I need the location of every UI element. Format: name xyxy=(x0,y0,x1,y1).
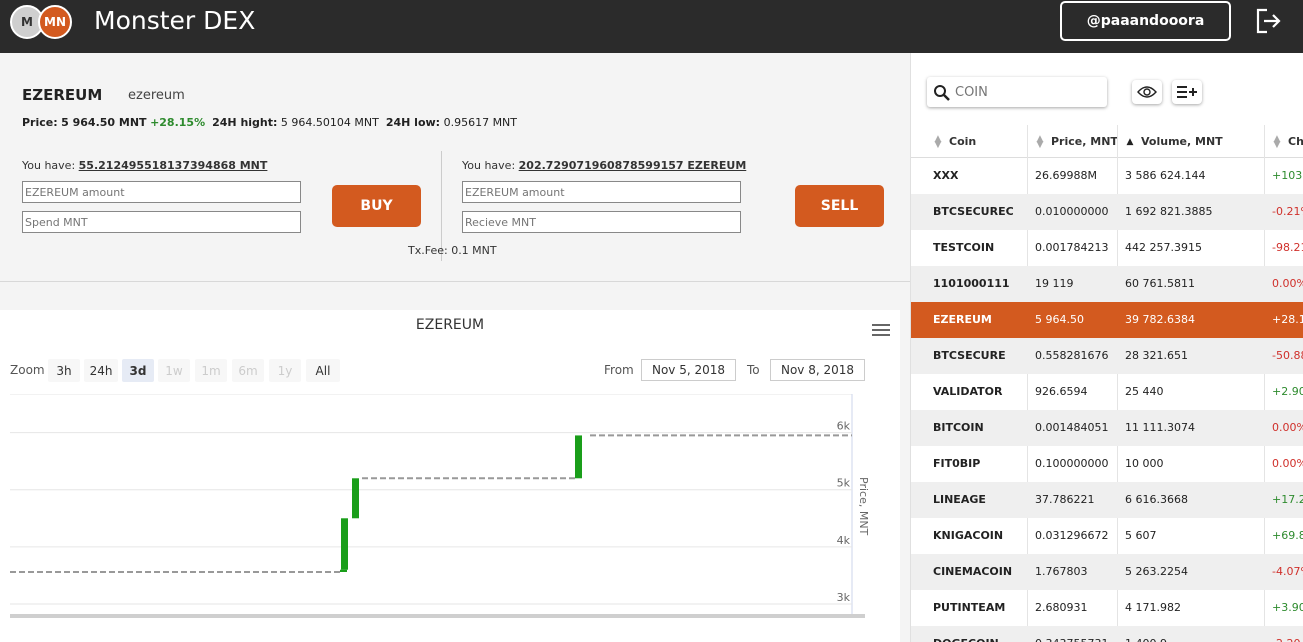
column-price[interactable]: ▲ ▼ Price, MNT xyxy=(1035,125,1118,158)
y-tick-label: 5k xyxy=(837,477,851,490)
buy-button[interactable]: BUY xyxy=(332,185,421,227)
zoom-3d-button[interactable]: 3d xyxy=(122,359,154,382)
candle xyxy=(340,569,347,572)
buy-have-label: You have: xyxy=(22,159,76,172)
sell-balance: You have: 202.729071960878599157 EZEREUM xyxy=(462,159,746,172)
eye-icon xyxy=(1137,86,1157,98)
top-bar: M MN Monster DEX @paaandooora xyxy=(0,0,1303,53)
price-change: +28.15% xyxy=(150,116,206,129)
zoom-24h-button[interactable]: 24h xyxy=(84,359,118,382)
high-value: 5 964.50104 MNT xyxy=(280,116,379,129)
y-axis-title: Price, MNT xyxy=(857,477,870,536)
coin-table-header: ▲ ▼ Coin ▲ ▼ Price, MNT ▲ Volume, MNT ▲ ▼ Ch xyxy=(911,125,1303,158)
to-date-input[interactable]: Nov 8, 2018 xyxy=(770,359,865,381)
brand-logo[interactable]: M MN xyxy=(10,5,76,39)
table-row[interactable]: VALIDATOR926.659425 440+2.90% xyxy=(911,374,1303,410)
price-value: 5 964.50 MNT xyxy=(61,116,147,129)
buy-amount-input[interactable] xyxy=(22,181,301,203)
table-row[interactable]: CINEMACOIN1.7678035 263.2254-4.07% xyxy=(911,554,1303,590)
table-row[interactable]: TESTCOIN0.001784213442 257.3915-98.21 xyxy=(911,230,1303,266)
sort-desc-icon: ▲ xyxy=(1126,136,1134,147)
coin-name: EZEREUM xyxy=(22,86,103,104)
candle xyxy=(341,518,348,570)
table-row[interactable]: XXX26.69988M3 586 624.144+1030 xyxy=(911,158,1303,194)
column-coin[interactable]: ▲ ▼ Coin xyxy=(933,125,977,158)
low-label: 24H low: xyxy=(385,116,441,129)
logo-mn-icon: MN xyxy=(38,5,72,39)
table-row[interactable]: PUTINTEAM2.6809314 171.982+3.90% xyxy=(911,590,1303,626)
tx-fee: Tx.Fee: 0.1 MNT xyxy=(408,244,497,257)
add-to-list-button[interactable] xyxy=(1172,80,1202,104)
coin-search-input[interactable] xyxy=(955,81,1100,103)
y-tick-label: 3k xyxy=(837,591,851,604)
sort-icon: ▲ ▼ xyxy=(1036,133,1044,150)
zoom-all-button[interactable]: All xyxy=(306,359,340,382)
watchlist-toggle-button[interactable] xyxy=(1132,80,1162,104)
search-icon xyxy=(934,85,950,101)
from-date-input[interactable]: Nov 5, 2018 xyxy=(641,359,736,381)
high-label: 24H hight: xyxy=(212,116,278,129)
zoom-6m-button[interactable]: 6m xyxy=(232,359,264,382)
sell-amount-input[interactable] xyxy=(462,181,741,203)
chart-title: EZEREUM xyxy=(415,317,485,333)
chart-menu-icon[interactable] xyxy=(872,324,890,338)
coin-stats: Price: 5 964.50 MNT +28.15% 24H hight: 5… xyxy=(22,116,517,129)
sell-button[interactable]: SELL xyxy=(795,185,884,227)
list-add-icon xyxy=(1177,86,1197,98)
column-change[interactable]: ▲ ▼ Ch xyxy=(1272,125,1303,158)
zoom-1w-button[interactable]: 1w xyxy=(158,359,190,382)
table-row[interactable]: BITCOIN0.00148405111 111.30740.00% xyxy=(911,410,1303,446)
navigator-bar xyxy=(10,614,865,618)
candle xyxy=(575,435,582,479)
table-row[interactable]: LINEAGE37.7862216 616.3668+17.21 xyxy=(911,482,1303,518)
column-volume[interactable]: ▲ Volume, MNT xyxy=(1125,125,1223,158)
zoom-1m-button[interactable]: 1m xyxy=(195,359,227,382)
from-label: From xyxy=(604,363,634,377)
user-account-button[interactable]: @paaandooora xyxy=(1060,1,1231,41)
zoom-1y-button[interactable]: 1y xyxy=(269,359,301,382)
app-title: Monster DEX xyxy=(94,6,256,35)
buy-balance: You have: 55.212495518137394868 MNT xyxy=(22,159,267,172)
table-row[interactable]: 110100011119 11960 761.58110.00% xyxy=(911,266,1303,302)
table-row[interactable]: BTCSECURE0.55828167628 321.651-50.88 xyxy=(911,338,1303,374)
sort-icon: ▲ ▼ xyxy=(1273,133,1281,150)
logout-icon[interactable] xyxy=(1253,6,1283,36)
coin-symbol: ezereum xyxy=(128,88,185,103)
table-row-selected[interactable]: EZEREUM5 964.5039 782.6384+28.15 xyxy=(911,302,1303,338)
table-row[interactable]: BTCSECUREC 0.010000000 1 692 821.3885 -0.21… xyxy=(911,194,1303,230)
table-row[interactable]: DOGECOIN0.3437557311 400.9-2.20 xyxy=(911,626,1303,642)
coin-table-body: XXX26.69988M3 586 624.144+1030 BTCSECURE… xyxy=(911,158,1303,642)
price-chart: 3k 4k 5k 6k xyxy=(10,394,865,618)
candle xyxy=(352,478,359,519)
sort-icon: ▲ ▼ xyxy=(934,133,942,150)
zoom-label: Zoom xyxy=(10,363,45,377)
to-label: To xyxy=(747,363,760,377)
y-tick-label: 6k xyxy=(837,420,851,433)
zoom-3h-button[interactable]: 3h xyxy=(48,359,80,382)
sell-have-label: You have: xyxy=(462,159,516,172)
table-row[interactable]: FIT0BIP0.10000000010 0000.00% xyxy=(911,446,1303,482)
mnt-balance-link[interactable]: 55.212495518137394868 MNT xyxy=(79,159,268,172)
low-value: 0.95617 MNT xyxy=(443,116,518,129)
chart-area: EZEREUM Zoom 3h 24h 3d 1w 1m 6m 1y All F… xyxy=(0,282,910,642)
coin-balance-link[interactable]: 202.729071960878599157 EZEREUM xyxy=(519,159,747,172)
price-label: Price: xyxy=(22,116,58,129)
receive-mnt-input[interactable] xyxy=(462,211,741,233)
table-row[interactable]: KNIGACOIN 0.031296672 5 607 +69.8 xyxy=(911,518,1303,554)
y-tick-label: 4k xyxy=(837,534,851,547)
coin-search[interactable] xyxy=(927,77,1107,107)
coin-list-panel: ▲▼Coin ▲▼Price, MNT ▲Volume, MNT ▲▼Ch XX… xyxy=(910,53,1303,642)
spend-mnt-input[interactable] xyxy=(22,211,301,233)
trade-panel: EZEREUM ezereum Price: 5 964.50 MNT +28.… xyxy=(0,53,910,282)
